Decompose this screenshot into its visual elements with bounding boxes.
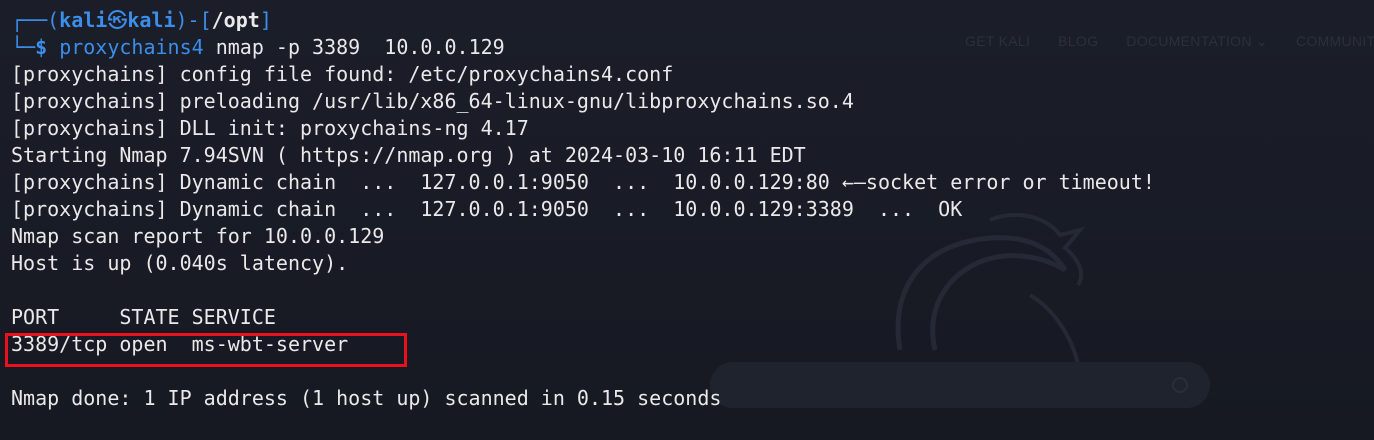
- prompt-user: kali: [59, 8, 108, 32]
- prompt-line-top: ┌──(kali㉿kali)-[/opt]: [11, 7, 1374, 34]
- output-line: [proxychains] Dynamic chain ... 127.0.0.…: [11, 170, 1155, 194]
- port-table-header: PORT STATE SERVICE: [11, 305, 276, 329]
- prompt-dollar: $: [35, 35, 48, 59]
- prompt-line-command: └─$ proxychains4 nmap -p 3389 10.0.0.129: [11, 34, 1374, 61]
- output-line: [proxychains] config file found: /etc/pr…: [11, 62, 674, 86]
- output-line: [proxychains] Dynamic chain ... 127.0.0.…: [11, 197, 963, 221]
- prompt-frame: └─: [11, 35, 36, 59]
- output-line: Starting Nmap 7.94SVN ( https://nmap.org…: [11, 143, 806, 167]
- prompt-skull-icon: ㉿: [107, 8, 128, 32]
- output-line: [proxychains] DLL init: proxychains-ng 4…: [11, 116, 529, 140]
- prompt-path: /opt: [211, 8, 260, 32]
- output-line: Nmap scan report for 10.0.0.129: [11, 224, 385, 248]
- prompt-frame: ]: [259, 8, 272, 32]
- output-line: Host is up (0.040s latency).: [11, 251, 349, 275]
- output-line: Nmap done: 1 IP address (1 host up) scan…: [11, 386, 722, 410]
- prompt-frame: ┌──(: [11, 8, 60, 32]
- terminal-window[interactable]: GET KALI BLOG DOCUMENTATION ⌄ COMMUNITY …: [0, 0, 1374, 440]
- output-line: [proxychains] preloading /usr/lib/x86_64…: [11, 89, 854, 113]
- open-port-highlight-box: [5, 333, 407, 367]
- prompt-host: kali: [127, 8, 176, 32]
- prompt-frame: )-[: [175, 8, 212, 32]
- command-args: nmap -p 3389 10.0.0.129: [203, 35, 505, 59]
- command-name: proxychains4: [59, 35, 204, 59]
